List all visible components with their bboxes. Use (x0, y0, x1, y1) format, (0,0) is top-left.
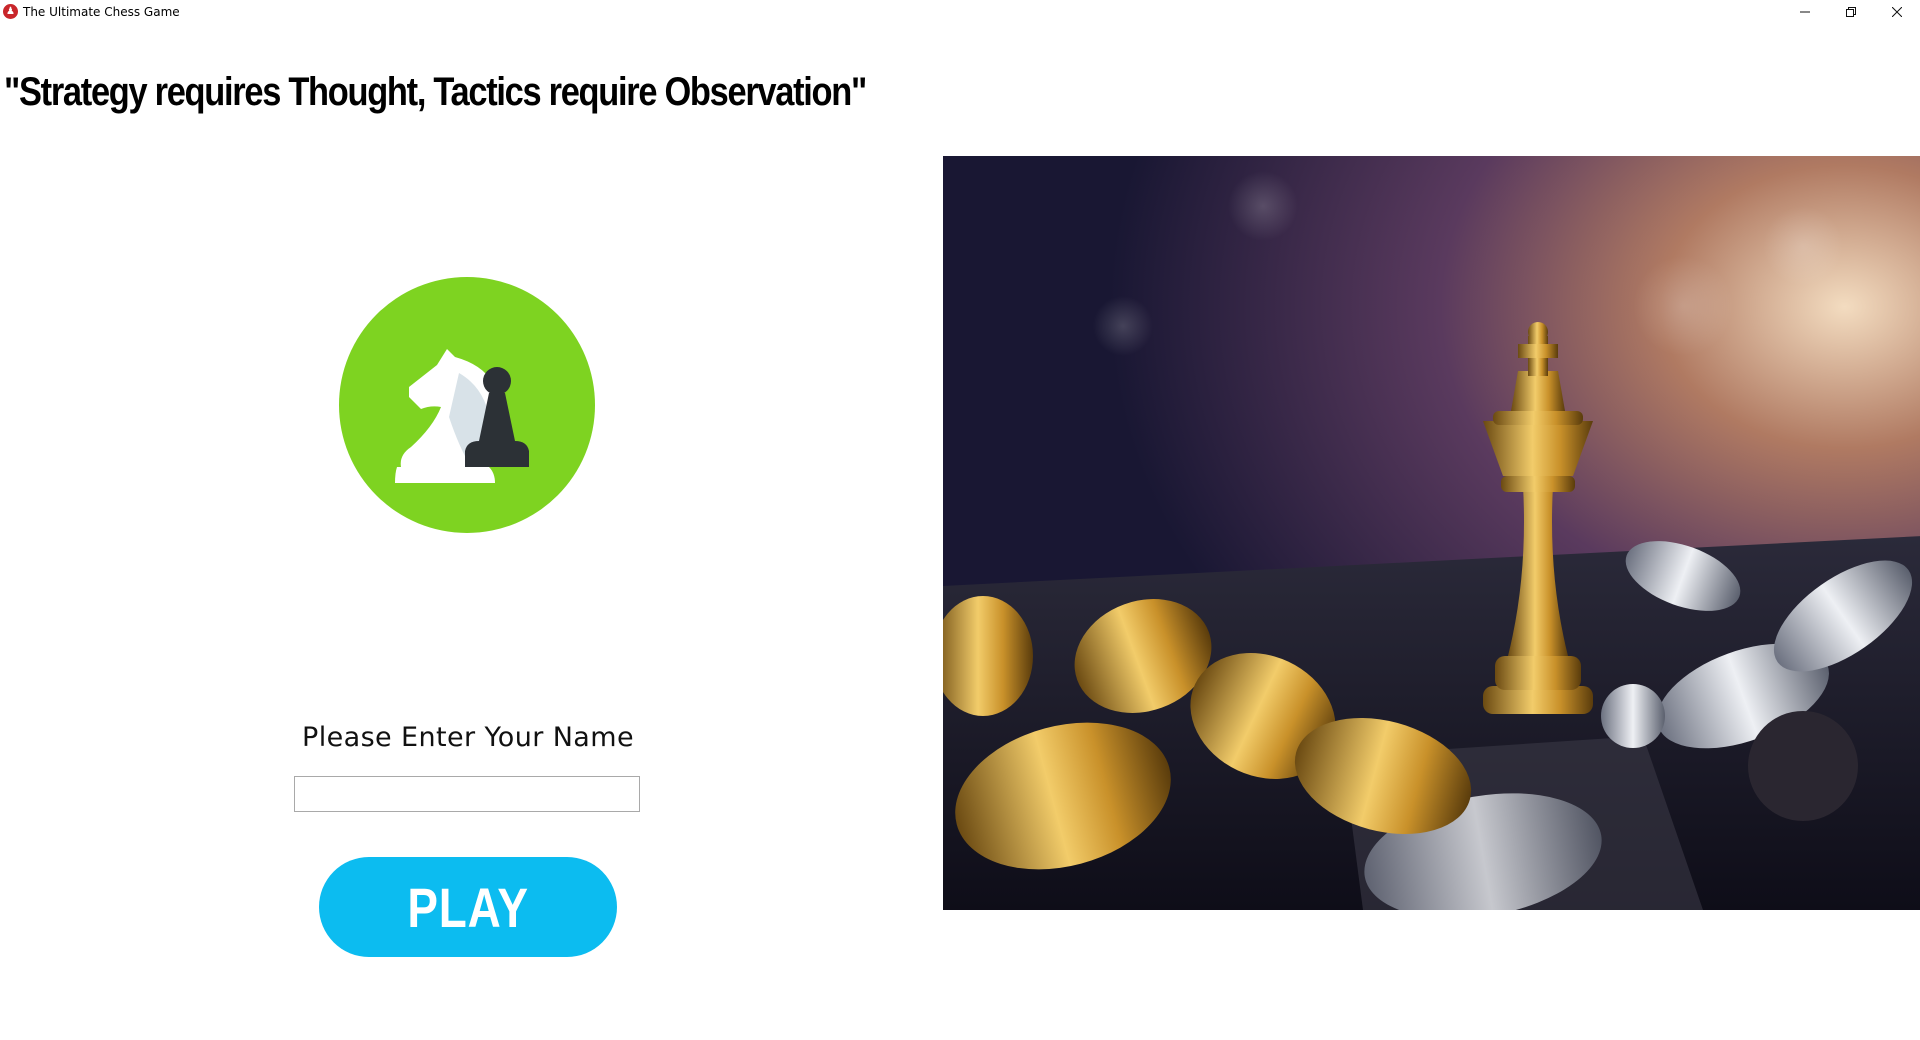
app-window: ♟ The Ultimate Chess Game "Strategy requ… (0, 0, 1920, 1040)
name-input[interactable] (294, 776, 640, 812)
knight-and-pawn-logo (339, 277, 595, 533)
chess-photo (943, 156, 1920, 910)
restore-icon (1846, 7, 1856, 17)
close-button[interactable] (1874, 0, 1920, 24)
name-prompt-label: Please Enter Your Name (302, 722, 634, 753)
restore-button[interactable] (1828, 0, 1874, 24)
chess-pawn-icon: ♟ (3, 4, 18, 19)
quote-heading: "Strategy requires Thought, Tactics requ… (4, 70, 867, 114)
close-icon (1892, 7, 1902, 17)
window-controls (1782, 0, 1920, 24)
knight-pawn-icon (395, 349, 529, 483)
play-button[interactable]: PLAY (319, 857, 617, 957)
title-bar[interactable]: ♟ The Ultimate Chess Game (0, 0, 1920, 24)
play-button-label: PLAY (407, 875, 529, 939)
minimize-button[interactable] (1782, 0, 1828, 24)
minimize-icon (1800, 11, 1810, 13)
window-title: The Ultimate Chess Game (23, 5, 180, 19)
